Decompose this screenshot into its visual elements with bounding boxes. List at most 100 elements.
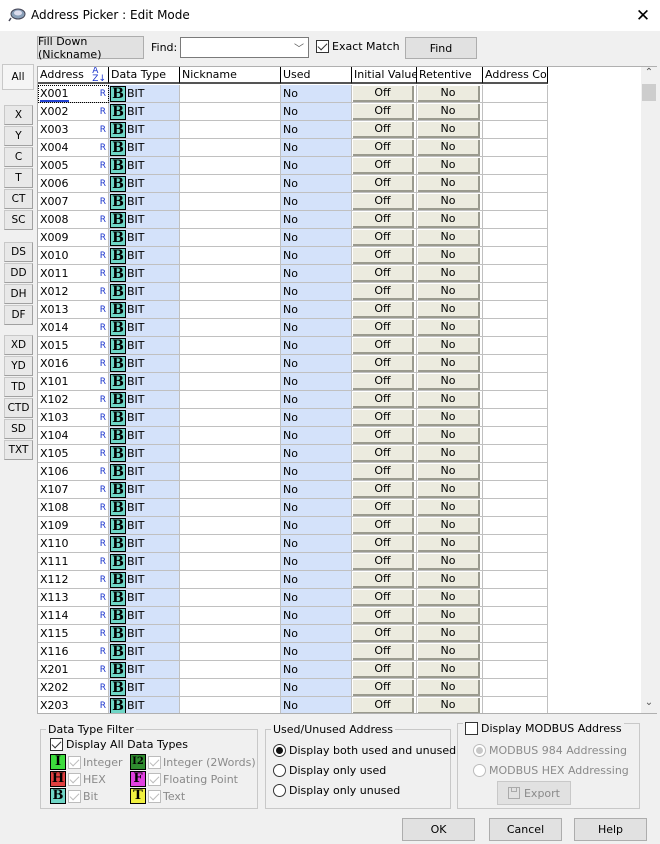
table-row[interactable]: X010 R B BIT No Off No bbox=[38, 247, 548, 265]
table-row[interactable]: X016 R B BIT No Off No bbox=[38, 355, 548, 373]
address-cell[interactable]: X112 R bbox=[38, 571, 109, 589]
table-row[interactable]: X116 R B BIT No Off No bbox=[38, 643, 548, 661]
nickname-cell[interactable] bbox=[180, 337, 281, 355]
radio-icon[interactable] bbox=[273, 744, 286, 757]
retentive-toggle[interactable]: No bbox=[418, 662, 480, 678]
table-row[interactable]: X115 R B BIT No Off No bbox=[38, 625, 548, 643]
initial-value-toggle[interactable]: Off bbox=[353, 590, 414, 606]
retentive-toggle[interactable]: No bbox=[418, 500, 480, 516]
address-comment-cell[interactable] bbox=[483, 481, 548, 499]
address-comment-cell[interactable] bbox=[483, 373, 548, 391]
checkbox-icon[interactable] bbox=[148, 789, 161, 803]
type-filter-floating-point[interactable]: F Floating Point bbox=[130, 771, 238, 787]
address-cell[interactable]: X003 R bbox=[38, 121, 109, 139]
initial-value-toggle[interactable]: Off bbox=[353, 644, 414, 660]
address-cell[interactable]: X014 R bbox=[38, 319, 109, 337]
table-row[interactable]: X201 R B BIT No Off No bbox=[38, 661, 548, 679]
table-row[interactable]: X006 R B BIT No Off No bbox=[38, 175, 548, 193]
side-tab-sc[interactable]: SC bbox=[4, 210, 33, 230]
retentive-toggle[interactable]: No bbox=[418, 194, 480, 210]
retentive-toggle[interactable]: No bbox=[418, 86, 480, 102]
address-cell[interactable]: X102 R bbox=[38, 391, 109, 409]
address-cell[interactable]: X015 R bbox=[38, 337, 109, 355]
retentive-toggle[interactable]: No bbox=[418, 122, 480, 138]
address-comment-cell[interactable] bbox=[483, 607, 548, 625]
address-comment-cell[interactable] bbox=[483, 589, 548, 607]
table-row[interactable]: X005 R B BIT No Off No bbox=[38, 157, 548, 175]
address-comment-cell[interactable] bbox=[483, 301, 548, 319]
retentive-toggle[interactable]: No bbox=[418, 212, 480, 228]
retentive-toggle[interactable]: No bbox=[418, 518, 480, 534]
initial-value-toggle[interactable]: Off bbox=[353, 518, 414, 534]
nickname-cell[interactable] bbox=[180, 139, 281, 157]
vertical-scrollbar[interactable]: ⌃ ⌄ bbox=[641, 67, 657, 713]
side-tab-xd[interactable]: XD bbox=[4, 335, 33, 355]
retentive-toggle[interactable]: No bbox=[418, 680, 480, 696]
initial-value-toggle[interactable]: Off bbox=[353, 698, 414, 713]
type-filter-integer[interactable]: I Integer bbox=[50, 754, 123, 770]
table-row[interactable]: X110 R B BIT No Off No bbox=[38, 535, 548, 553]
nickname-cell[interactable] bbox=[180, 697, 281, 713]
nickname-cell[interactable] bbox=[180, 661, 281, 679]
retentive-toggle[interactable]: No bbox=[418, 626, 480, 642]
find-button[interactable]: Find bbox=[405, 37, 477, 59]
retentive-toggle[interactable]: No bbox=[418, 644, 480, 660]
initial-value-toggle[interactable]: Off bbox=[353, 482, 414, 498]
column-header-address-comment[interactable]: Address Com bbox=[483, 67, 548, 84]
retentive-toggle[interactable]: No bbox=[418, 266, 480, 282]
address-cell[interactable]: X110 R bbox=[38, 535, 109, 553]
side-tab-dd[interactable]: DD bbox=[4, 263, 33, 283]
address-cell[interactable]: X106 R bbox=[38, 463, 109, 481]
table-row[interactable]: X104 R B BIT No Off No bbox=[38, 427, 548, 445]
address-comment-cell[interactable] bbox=[483, 355, 548, 373]
address-comment-cell[interactable] bbox=[483, 643, 548, 661]
nickname-cell[interactable] bbox=[180, 499, 281, 517]
table-row[interactable]: X202 R B BIT No Off No bbox=[38, 679, 548, 697]
table-row[interactable]: X008 R B BIT No Off No bbox=[38, 211, 548, 229]
radio-icon[interactable] bbox=[473, 764, 486, 777]
initial-value-toggle[interactable]: Off bbox=[353, 194, 414, 210]
address-cell[interactable]: X108 R bbox=[38, 499, 109, 517]
address-comment-cell[interactable] bbox=[483, 661, 548, 679]
scroll-down-icon[interactable]: ⌄ bbox=[641, 697, 657, 713]
checkbox-icon[interactable] bbox=[68, 755, 81, 769]
address-cell[interactable]: X113 R bbox=[38, 589, 109, 607]
nickname-cell[interactable] bbox=[180, 445, 281, 463]
nickname-cell[interactable] bbox=[180, 409, 281, 427]
address-cell[interactable]: X109 R bbox=[38, 517, 109, 535]
retentive-toggle[interactable]: No bbox=[418, 446, 480, 462]
address-comment-cell[interactable] bbox=[483, 445, 548, 463]
table-row[interactable]: X002 R B BIT No Off No bbox=[38, 103, 548, 121]
side-tab-td[interactable]: TD bbox=[4, 377, 33, 397]
table-row[interactable]: X203 R B BIT No Off No bbox=[38, 697, 548, 713]
scroll-thumb[interactable] bbox=[642, 84, 656, 101]
address-comment-cell[interactable] bbox=[483, 427, 548, 445]
table-row[interactable]: X014 R B BIT No Off No bbox=[38, 319, 548, 337]
address-cell[interactable]: X201 R bbox=[38, 661, 109, 679]
ok-button[interactable]: OK bbox=[402, 818, 475, 841]
used-filter-radio-0[interactable]: Display both used and unused bbox=[273, 744, 456, 757]
address-comment-cell[interactable] bbox=[483, 247, 548, 265]
initial-value-toggle[interactable]: Off bbox=[353, 122, 414, 138]
initial-value-toggle[interactable]: Off bbox=[353, 86, 414, 102]
address-comment-cell[interactable] bbox=[483, 625, 548, 643]
address-comment-cell[interactable] bbox=[483, 499, 548, 517]
initial-value-toggle[interactable]: Off bbox=[353, 104, 414, 120]
initial-value-toggle[interactable]: Off bbox=[353, 572, 414, 588]
address-cell[interactable]: X202 R bbox=[38, 679, 109, 697]
retentive-toggle[interactable]: No bbox=[418, 410, 480, 426]
checkbox-icon[interactable] bbox=[465, 722, 478, 735]
checkbox-icon[interactable] bbox=[68, 789, 81, 803]
address-comment-cell[interactable] bbox=[483, 121, 548, 139]
address-cell[interactable]: X006 R bbox=[38, 175, 109, 193]
side-tab-sd[interactable]: SD bbox=[4, 419, 33, 439]
address-cell[interactable]: X105 R bbox=[38, 445, 109, 463]
side-tab-y[interactable]: Y bbox=[4, 126, 33, 146]
chevron-down-icon[interactable]: ﹀ bbox=[294, 40, 304, 55]
nickname-cell[interactable] bbox=[180, 355, 281, 373]
table-row[interactable]: X013 R B BIT No Off No bbox=[38, 301, 548, 319]
checkbox-icon[interactable] bbox=[316, 40, 329, 53]
nickname-cell[interactable] bbox=[180, 193, 281, 211]
address-comment-cell[interactable] bbox=[483, 535, 548, 553]
nickname-cell[interactable] bbox=[180, 607, 281, 625]
